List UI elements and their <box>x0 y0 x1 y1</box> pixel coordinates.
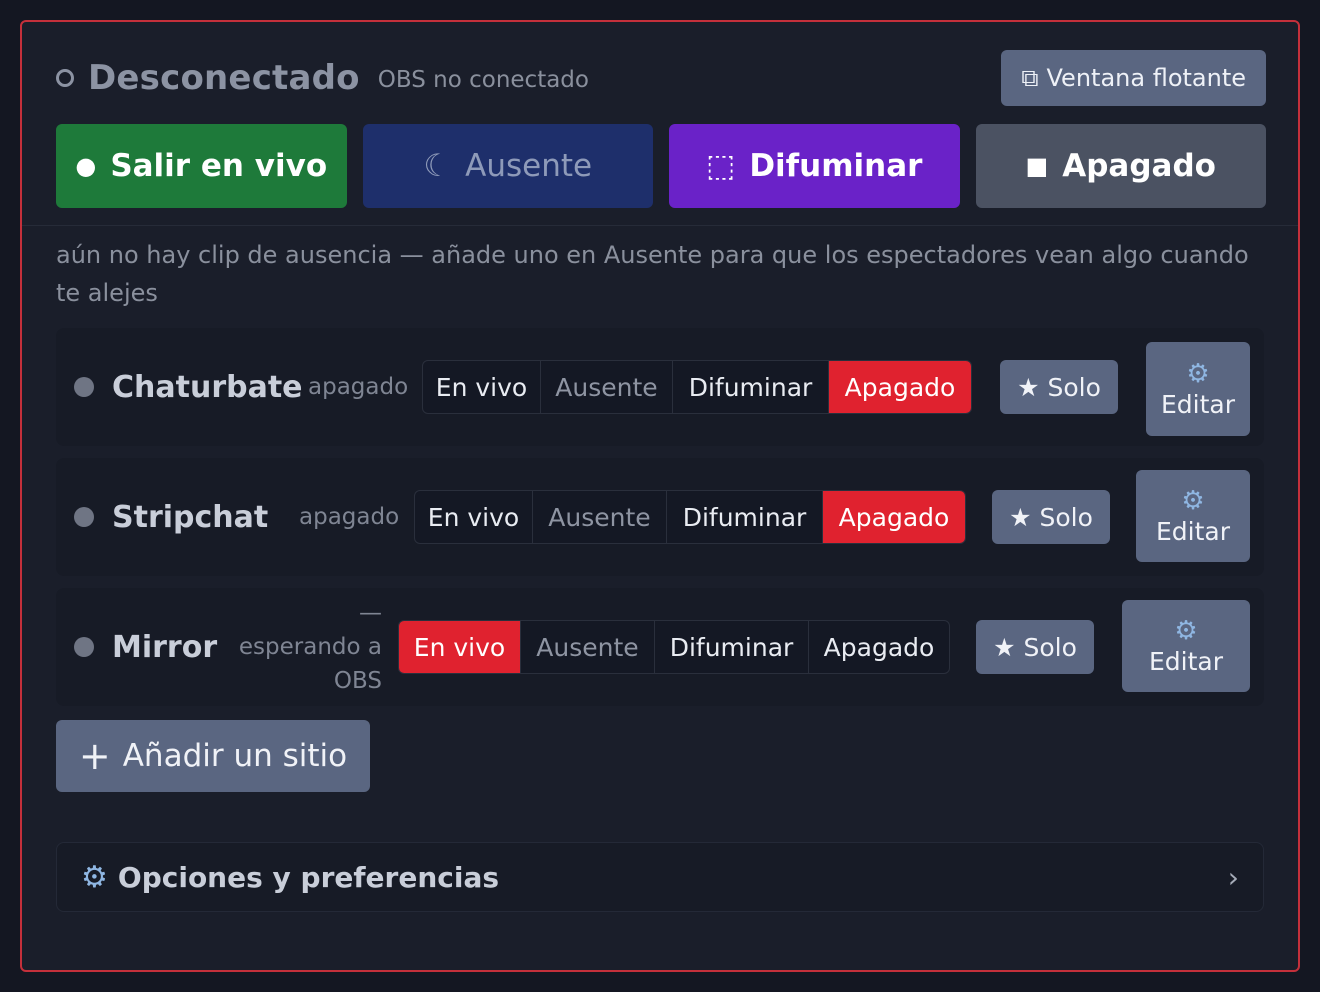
solo-button[interactable]: ★ Solo <box>1000 360 1118 414</box>
segment-blur[interactable]: Difuminar <box>673 361 829 413</box>
site-state: apagado <box>299 504 400 530</box>
go-live-label: Salir en vivo <box>110 148 328 184</box>
edit-button[interactable]: ⚙ Editar <box>1136 470 1250 562</box>
edit-button[interactable]: ⚙ Editar <box>1122 600 1250 692</box>
status-header: Desconectado OBS no conectado ⧉ Ventana … <box>56 50 1266 106</box>
solo-button[interactable]: ★ Solo <box>976 620 1094 674</box>
stop-icon: ■ <box>1025 152 1049 180</box>
segment-off[interactable]: Apagado <box>823 491 965 543</box>
status-title: Desconectado <box>88 58 360 98</box>
segment-away[interactable]: Ausente <box>521 621 655 673</box>
site-status-dot <box>74 507 94 527</box>
edit-button[interactable]: ⚙ Editar <box>1146 342 1250 436</box>
gear-icon: ⚙ <box>1181 485 1205 516</box>
site-state: — esperando a OBS <box>238 600 382 694</box>
segment-live[interactable]: En vivo <box>399 621 521 673</box>
plus-icon: + <box>78 734 111 778</box>
mode-buttons: ● Salir en vivo ☾ Ausente ⬚ Difuminar ■ … <box>56 124 1266 208</box>
site-name: Chaturbate <box>112 369 303 405</box>
options-preferences-toggle[interactable]: ⚙ Opciones y preferencias › <box>56 842 1264 912</box>
moon-icon: ☾ <box>423 148 452 184</box>
options-label: Opciones y preferencias <box>117 860 500 894</box>
edit-label: Editar <box>1160 389 1235 419</box>
segment-blur[interactable]: Difuminar <box>667 491 823 543</box>
site-status-dot <box>74 637 94 657</box>
away-button[interactable]: ☾ Ausente <box>362 124 653 208</box>
floating-window-button[interactable]: ⧉ Ventana flotante <box>1001 50 1266 106</box>
site-mode-selector: En vivo Ausente Difuminar Apagado <box>422 360 972 414</box>
chevron-right-icon: › <box>1227 860 1239 894</box>
site-name: Stripchat <box>112 499 269 535</box>
segment-away[interactable]: Ausente <box>533 491 667 543</box>
add-site-button[interactable]: + Añadir un sitio <box>56 720 370 792</box>
segment-off[interactable]: Apagado <box>829 361 971 413</box>
add-site-label: Añadir un sitio <box>122 738 348 774</box>
gear-icon: ⚙ <box>81 859 108 895</box>
blur-label: Difuminar <box>749 148 923 184</box>
site-status-dot <box>74 377 94 397</box>
segment-blur[interactable]: Difuminar <box>655 621 809 673</box>
away-clip-notice: aún no hay clip de ausencia — añade uno … <box>56 241 1249 307</box>
edit-label: Editar <box>1148 646 1223 676</box>
floating-window-icon: ⧉ <box>1021 64 1039 92</box>
status-subtitle: OBS no conectado <box>377 67 589 93</box>
blur-icon: ⬚ <box>706 148 736 184</box>
segment-live[interactable]: En vivo <box>415 491 533 543</box>
site-state: apagado <box>308 374 409 400</box>
go-live-button[interactable]: ● Salir en vivo <box>56 124 347 208</box>
site-row-chaturbate: Chaturbate apagado En vivo Ausente Difum… <box>56 328 1264 446</box>
off-label: Apagado <box>1062 148 1216 184</box>
divider <box>22 225 1298 226</box>
site-mode-selector: En vivo Ausente Difuminar Apagado <box>414 490 966 544</box>
site-mode-selector: En vivo Ausente Difuminar Apagado <box>398 620 950 674</box>
blur-button[interactable]: ⬚ Difuminar <box>669 124 960 208</box>
site-row-mirror: Mirror — esperando a OBS En vivo Ausente… <box>56 588 1264 706</box>
away-label: Ausente <box>465 148 593 184</box>
floating-window-label: Ventana flotante <box>1046 64 1247 92</box>
solo-button[interactable]: ★ Solo <box>992 490 1110 544</box>
site-row-stripchat: Stripchat apagado En vivo Ausente Difumi… <box>56 458 1264 576</box>
live-dot-icon: ● <box>75 152 97 180</box>
off-button[interactable]: ■ Apagado <box>975 124 1266 208</box>
gear-icon: ⚙ <box>1174 615 1198 646</box>
segment-away[interactable]: Ausente <box>541 361 673 413</box>
status-indicator-icon <box>56 69 74 87</box>
control-panel: Desconectado OBS no conectado ⧉ Ventana … <box>20 20 1300 972</box>
segment-live[interactable]: En vivo <box>423 361 541 413</box>
gear-icon: ⚙ <box>1186 358 1210 389</box>
site-name: Mirror <box>112 629 218 665</box>
segment-off[interactable]: Apagado <box>809 621 949 673</box>
edit-label: Editar <box>1155 516 1230 546</box>
